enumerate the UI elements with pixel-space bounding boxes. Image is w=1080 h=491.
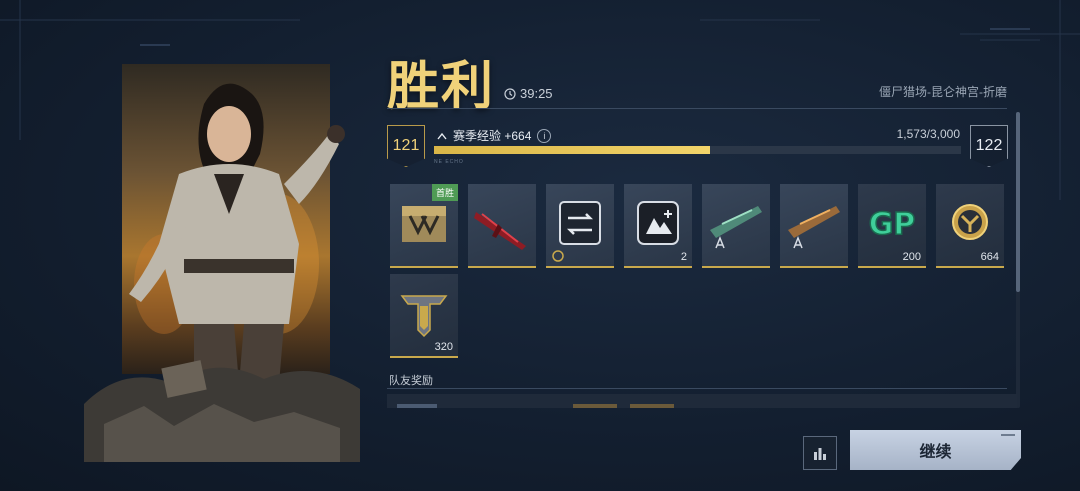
reward-item[interactable] [546,184,614,268]
teammate-rewards-strip [387,394,1017,408]
timer-text: 39:25 [520,86,553,101]
chevron-up-icon [437,132,447,139]
teammate-rewards-label: 队友奖励 [389,375,433,387]
teammate-reward-peek [397,404,437,408]
teammate-reward-peek [573,404,617,408]
reward-item[interactable]: 664 [936,184,1004,268]
green-rifle-blueprint-icon [710,206,762,249]
season-xp-label: 赛季经验 +664 i [437,127,552,144]
reward-item[interactable]: GP 200 [858,184,926,268]
bar-chart-icon [814,448,826,460]
reward-quantity: 320 [434,341,453,353]
xp-progress-fill [434,146,711,154]
xp-caption: NE ECHO [434,159,464,165]
character-portrait [84,64,360,462]
reward-item[interactable] [780,184,848,268]
header-divider [387,108,1007,109]
reward-item[interactable]: 320 [390,274,458,358]
xp-progress-bar [434,146,961,154]
teammate-reward-peek [630,404,674,408]
red-weapon-icon [474,212,526,250]
reward-quantity: 2 [680,251,687,263]
orange-rifle-blueprint-icon [788,206,840,249]
reward-scrollbar-thumb[interactable] [1016,112,1020,292]
svg-text:GP: GP [869,207,916,242]
reward-item[interactable]: 2 [624,184,692,268]
character-figure-icon [84,83,360,462]
info-icon[interactable]: i [537,128,552,143]
reward-item[interactable] [468,184,536,268]
xp-progress-text: 1,573/3,000 [896,127,960,141]
current-level-badge: 121 [387,125,425,167]
continue-button[interactable]: 继续 [850,430,1021,470]
season-xp-text: 赛季经验 +664 [453,129,532,143]
first-win-tag: 首胜 [431,184,458,201]
next-level-badge: 122 [970,125,1008,167]
reward-quantity: 664 [980,251,999,263]
game-mode-label: 僵尸猎场-昆仑神宫-折磨 [879,85,1007,99]
weapon-module-icon [552,201,601,262]
reward-item[interactable] [702,184,770,268]
reward-item[interactable]: 首胜 [390,184,458,268]
clock-icon [504,87,516,100]
teammate-section-divider [387,388,1007,389]
stats-button[interactable] [803,436,837,470]
match-timer: 39:25 [504,86,553,101]
reward-quantity: 200 [902,251,921,263]
